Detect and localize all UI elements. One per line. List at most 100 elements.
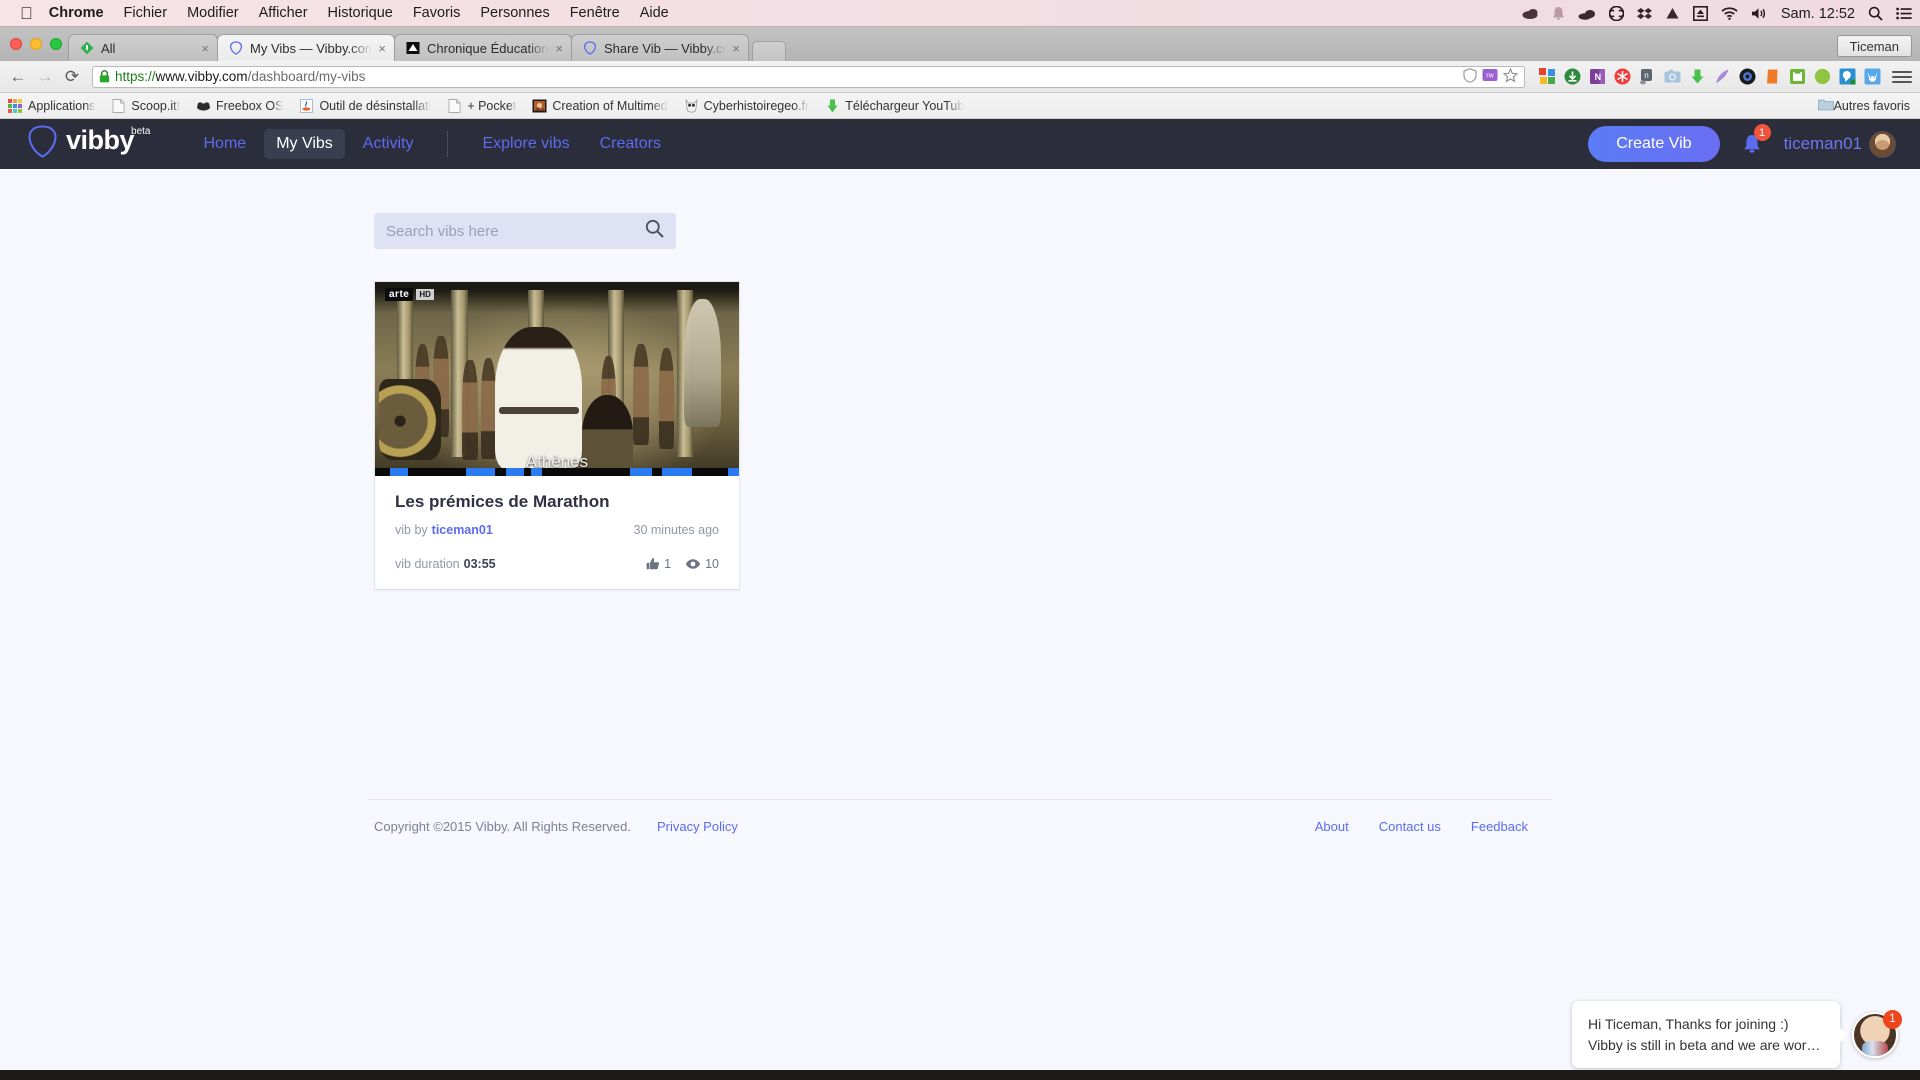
blue-chat-icon[interactable]: [1839, 68, 1856, 85]
vib-card[interactable]: arte HD Athènes Les prémices de Marathon…: [374, 281, 740, 590]
minimize-window-button[interactable]: [30, 38, 42, 50]
eject-icon[interactable]: [1692, 6, 1708, 21]
menubar-item-afficher[interactable]: Afficher: [259, 5, 308, 21]
vib-segments-bar[interactable]: [375, 468, 739, 476]
tab-close-button[interactable]: ×: [378, 41, 386, 56]
search-icon[interactable]: [645, 219, 664, 243]
browser-tab-my-vibs[interactable]: My Vibs — Vibby.com ×: [217, 34, 395, 61]
download-green-icon[interactable]: [1564, 68, 1581, 85]
list-icon[interactable]: [1896, 7, 1912, 20]
vib-author-link[interactable]: ticeman01: [432, 523, 493, 537]
new-tab-button[interactable]: [752, 41, 786, 61]
menubar-item-aide[interactable]: Aide: [640, 5, 669, 21]
feedly-icon: [79, 40, 95, 56]
browser-tab-share-vib[interactable]: Share Vib — Vibby.com ×: [571, 34, 749, 61]
tab-close-button[interactable]: ×: [732, 41, 740, 56]
menubar-item-historique[interactable]: Historique: [328, 5, 393, 21]
camera-icon[interactable]: [1664, 68, 1681, 85]
nav-link-explore-vibs[interactable]: Explore vibs: [470, 129, 581, 159]
notifications-button[interactable]: 1: [1742, 124, 1771, 155]
footer-link-feedback[interactable]: Feedback: [1471, 819, 1528, 834]
apple-logo-icon[interactable]: : [20, 5, 33, 22]
footer-link-contact-us[interactable]: Contact us: [1379, 819, 1441, 834]
vibby-logo[interactable]: vibby beta: [28, 125, 154, 163]
red-asterisk-icon[interactable]: [1614, 68, 1631, 85]
footer-link-privacy-policy[interactable]: Privacy Policy: [657, 819, 738, 834]
dropbox-icon[interactable]: [1636, 7, 1652, 21]
google-drive-icon[interactable]: [1665, 7, 1680, 21]
shield-icon[interactable]: [1463, 67, 1477, 86]
rw-puzzle-icon[interactable]: rw: [1482, 68, 1498, 85]
search-input[interactable]: Search vibs here: [374, 213, 676, 249]
menubar-item-favoris[interactable]: Favoris: [413, 5, 461, 21]
browser-tab-all[interactable]: All ×: [68, 34, 218, 61]
tab-close-button[interactable]: ×: [201, 41, 209, 56]
nav-link-home[interactable]: Home: [192, 129, 259, 159]
forward-arrow-icon[interactable]: →: [33, 65, 57, 89]
vib-title[interactable]: Les prémices de Marathon: [395, 492, 719, 512]
menubar-item-modifier[interactable]: Modifier: [187, 5, 239, 21]
black-lens-icon[interactable]: [1739, 68, 1756, 85]
svg-text:rw: rw: [1486, 73, 1494, 80]
colorful-squares-icon[interactable]: [1539, 68, 1556, 85]
chat-avatar-wrapper[interactable]: 1: [1852, 1009, 1902, 1058]
bookmark-cyberhistoiregeo[interactable]: Cyberhistoiregeo.fr: [684, 98, 809, 113]
profile-button[interactable]: Ticeman: [1836, 35, 1912, 57]
onedrive-cloud-icon[interactable]: [1578, 8, 1596, 20]
bell-icon[interactable]: [1552, 6, 1565, 21]
menubar-item-fenetre[interactable]: Fenêtre: [570, 5, 620, 21]
purple-feather-icon[interactable]: [1714, 68, 1731, 85]
bookmark-telechargeur-youtube[interactable]: Téléchargeur YouTub: [825, 98, 964, 113]
close-window-button[interactable]: [10, 38, 22, 50]
tab-close-button[interactable]: ×: [555, 41, 563, 56]
bookmark-applications[interactable]: Applications: [8, 98, 95, 113]
green-down-arrow-icon[interactable]: [1689, 68, 1706, 85]
menubar-item-fichier[interactable]: Fichier: [124, 5, 168, 21]
hamburger-menu-icon[interactable]: [1892, 70, 1912, 83]
foreground-figure-shape: [495, 326, 583, 471]
address-bar[interactable]: https://www.vibby.com/dashboard/my-vibs …: [92, 65, 1525, 88]
nav-link-activity[interactable]: Activity: [351, 129, 426, 159]
bookmark-outil-desinstallation[interactable]: Outil de désinstallati: [299, 98, 431, 113]
bookmark-creation-of-multimedia[interactable]: Creation of Multimed: [532, 98, 668, 113]
apps-grid-icon: [8, 98, 22, 113]
channel-name: arte: [385, 288, 414, 301]
evernote-icon[interactable]: n: [1639, 68, 1656, 85]
wifi-icon[interactable]: [1721, 7, 1738, 20]
support-chat-popup[interactable]: Hi Ticeman, Thanks for joining :) Vibby …: [1572, 1001, 1902, 1068]
maximize-window-button[interactable]: [50, 38, 62, 50]
create-vib-button[interactable]: Create Vib: [1588, 126, 1720, 162]
onenote-icon[interactable]: N: [1589, 68, 1606, 85]
chat-message-bubble[interactable]: Hi Ticeman, Thanks for joining :) Vibby …: [1572, 1001, 1847, 1068]
like-counter[interactable]: 1: [646, 557, 671, 571]
volume-icon[interactable]: [1751, 7, 1768, 20]
menubar-item-personnes[interactable]: Personnes: [480, 5, 549, 21]
user-menu[interactable]: ticeman01: [1784, 130, 1896, 158]
bookmark-freebox-os[interactable]: Freebox OS: [196, 98, 283, 113]
cloud-dark-icon[interactable]: [1522, 7, 1539, 20]
reload-icon[interactable]: ⟳: [60, 65, 84, 89]
green-circle-icon[interactable]: [1814, 68, 1831, 85]
nav-link-my-vibs[interactable]: My Vibs: [264, 129, 345, 159]
menubar-item-chrome[interactable]: Chrome: [49, 5, 104, 21]
star-icon[interactable]: [1502, 67, 1519, 86]
chat-message-line-1: Hi Ticeman, Thanks for joining :): [1588, 1016, 1789, 1033]
orange-book-icon[interactable]: [1764, 68, 1781, 85]
page-icon: [111, 98, 126, 113]
eye-icon: [686, 559, 701, 569]
creative-cloud-icon[interactable]: [1608, 6, 1624, 21]
browser-tab-chronique-education[interactable]: Chronique Éducation: Péda ×: [394, 34, 572, 61]
site-footer: Copyright ©2015 Vibby. All Rights Reserv…: [0, 819, 1920, 834]
menubar-clock[interactable]: Sam. 12:52: [1781, 6, 1855, 22]
footer-link-about[interactable]: About: [1315, 819, 1349, 834]
back-arrow-icon[interactable]: ←: [6, 65, 30, 89]
search-icon[interactable]: [1868, 6, 1883, 21]
nav-link-creators[interactable]: Creators: [588, 129, 673, 159]
green-print-icon[interactable]: [1789, 68, 1806, 85]
search-row: Search vibs here: [0, 169, 1920, 249]
bookmark-pocket[interactable]: + Pocket: [447, 98, 516, 113]
vib-thumbnail[interactable]: arte HD Athènes: [375, 282, 739, 476]
bookmark-other-favorites[interactable]: Autres favoris: [1817, 98, 1910, 114]
bookmark-scoopit[interactable]: Scoop.it!: [111, 98, 180, 113]
blue-fox-icon[interactable]: [1864, 68, 1881, 85]
